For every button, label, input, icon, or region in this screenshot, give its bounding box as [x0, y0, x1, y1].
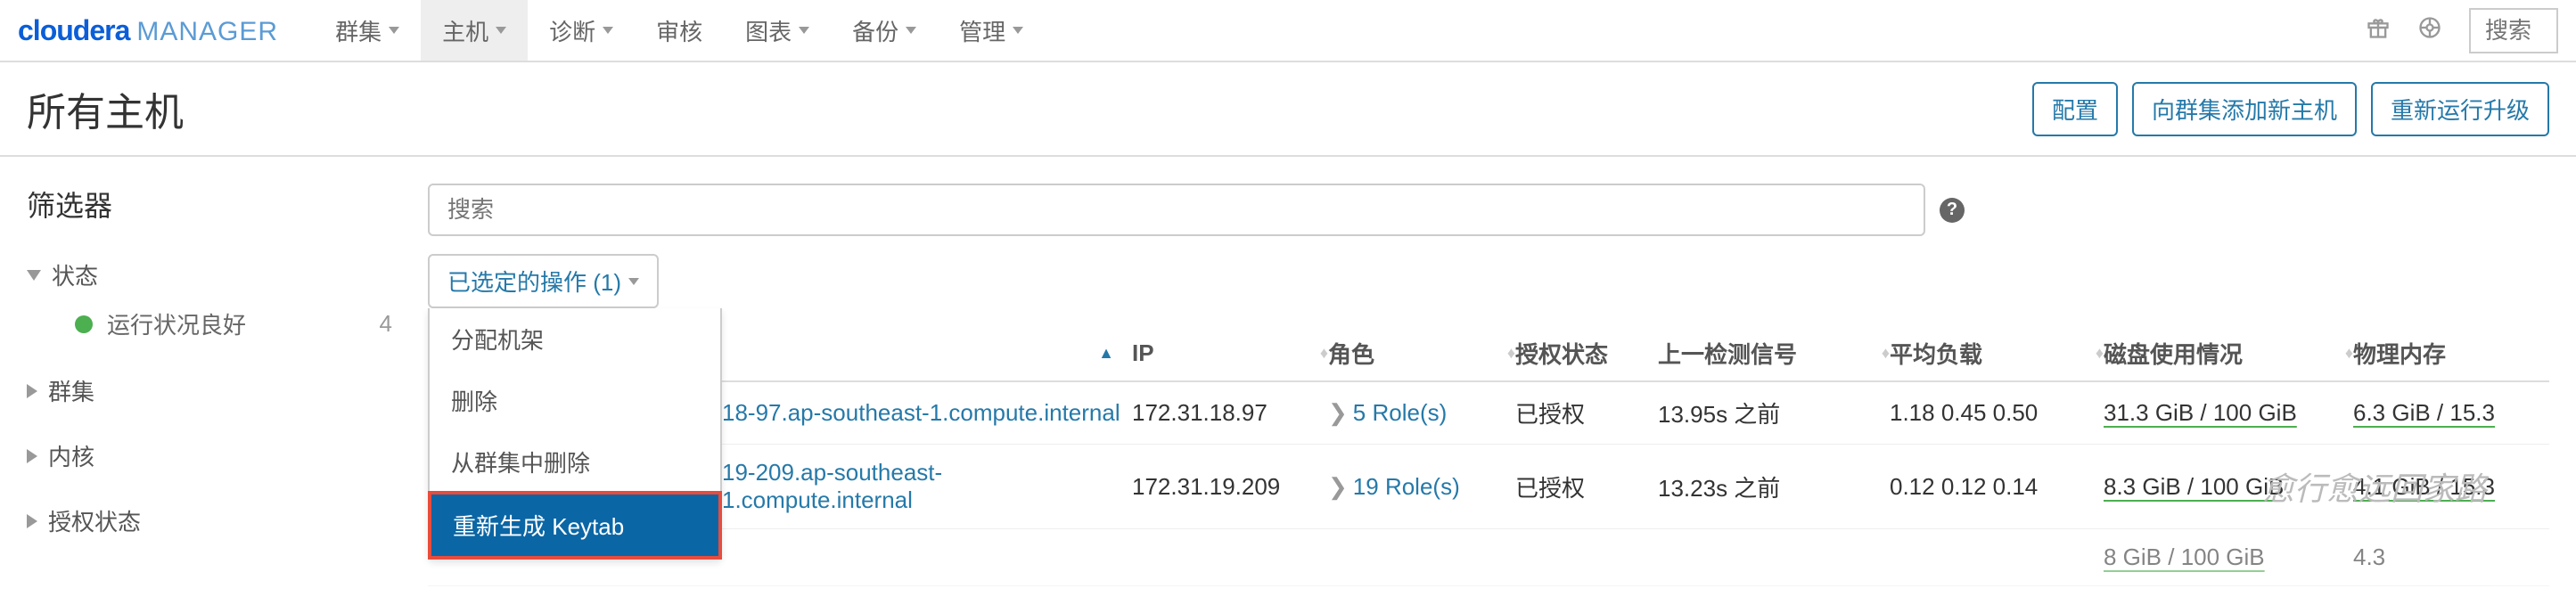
sidebar-title: 筛选器 — [27, 184, 392, 225]
chevron-right-icon: ❯ — [1328, 399, 1348, 426]
caret-icon — [496, 27, 506, 34]
filter-header-status[interactable]: 状态 — [27, 251, 392, 298]
chevron-right-icon — [27, 384, 37, 398]
top-navbar: cloudera MANAGER 群集 主机 诊断 审核 图表 备份 管理 — [0, 0, 2576, 62]
support-icon[interactable] — [2417, 15, 2442, 46]
hostname-link[interactable]: 18-97.ap-southeast-1.compute.internal — [722, 399, 1120, 426]
cell-auth: 已授权 — [1515, 396, 1658, 429]
cell-heartbeat: 13.95s 之前 — [1658, 396, 1890, 429]
chevron-down-icon — [27, 270, 41, 281]
nav-audit[interactable]: 审核 — [635, 0, 724, 61]
filter-group-cluster: 群集 — [27, 367, 392, 414]
nav-clusters[interactable]: 群集 — [314, 0, 421, 61]
cell-ip: 172.31.19.209 — [1132, 473, 1328, 501]
filter-group-auth: 授权状态 — [27, 497, 392, 544]
table-row: 8 GiB / 100 GiB 4.3 — [428, 529, 2549, 586]
col-header-heartbeat[interactable]: 上一检测信号♦ — [1658, 337, 1890, 370]
actions-menu: 分配机架 删除 从群集中删除 重新生成 Keytab — [428, 308, 722, 560]
add-hosts-button[interactable]: 向群集添加新主机 — [2132, 82, 2357, 136]
nav-diagnostics[interactable]: 诊断 — [528, 0, 635, 61]
selected-actions-button[interactable]: 已选定的操作 (1) — [428, 254, 659, 308]
caret-icon — [1013, 27, 1023, 34]
nav-right — [2366, 8, 2558, 53]
search-row: ? — [428, 184, 2549, 236]
menu-assign-rack[interactable]: 分配机架 — [430, 308, 720, 370]
nav-backup[interactable]: 备份 — [831, 0, 938, 61]
menu-delete[interactable]: 删除 — [430, 370, 720, 431]
col-header-roles[interactable]: 角色♦ — [1328, 337, 1515, 370]
filter-item-good-health[interactable]: 运行状况良好 4 — [27, 298, 392, 349]
chevron-right-icon: ❯ — [1328, 473, 1348, 500]
caret-icon — [628, 278, 639, 285]
table-header: ▲ IP♦ 角色♦ 授权状态 上一检测信号♦ 平均负载♦ 磁盘使用情况♦ 物理内… — [428, 326, 2549, 382]
hosts-search-input[interactable] — [428, 184, 1925, 236]
filter-header-cluster[interactable]: 群集 — [27, 367, 392, 414]
filter-sidebar: 筛选器 状态 运行状况良好 4 群集 内核 — [27, 184, 428, 586]
filter-header-auth[interactable]: 授权状态 — [27, 497, 392, 544]
nav-admin[interactable]: 管理 — [938, 0, 1045, 61]
caret-icon — [906, 27, 916, 34]
sort-icon: ♦ — [1320, 344, 1328, 363]
rerun-upgrade-button[interactable]: 重新运行升级 — [2371, 82, 2549, 136]
filter-group-kernel: 内核 — [27, 432, 392, 479]
roles-link[interactable]: 5 Role(s) — [1353, 399, 1447, 426]
caret-icon — [799, 27, 809, 34]
col-header-disk[interactable]: 磁盘使用情况♦ — [2104, 337, 2353, 370]
col-header-auth[interactable]: 授权状态 — [1515, 337, 1658, 370]
table-row: 19-209.ap-southeast-1.compute.internal 1… — [428, 445, 2549, 529]
configure-button[interactable]: 配置 — [2032, 82, 2118, 136]
col-header-mem[interactable]: 物理内存 — [2353, 337, 2549, 370]
filter-group-status: 状态 运行状况良好 4 — [27, 251, 392, 349]
cell-mem: 4.1 GiB / 15.3 — [2353, 473, 2549, 501]
logo-product: MANAGER — [136, 17, 278, 47]
cell-mem: 6.3 GiB / 15.3 — [2353, 399, 2549, 427]
cell-load: 1.18 0.45 0.50 — [1890, 399, 2104, 427]
help-icon[interactable]: ? — [1940, 198, 1965, 223]
content: 筛选器 状态 运行状况良好 4 群集 内核 — [0, 157, 2576, 613]
main-panel: ? 已选定的操作 (1) 分配机架 删除 从群集中删除 重新生成 Keytab … — [428, 184, 2549, 586]
cell-auth: 已授权 — [1515, 470, 1658, 503]
cell-disk: 31.3 GiB / 100 GiB — [2104, 399, 2353, 427]
cell-ip: 172.31.18.97 — [1132, 399, 1328, 427]
cell-disk: 8 GiB / 100 GiB — [2104, 544, 2353, 571]
col-header-load[interactable]: 平均负载♦ — [1890, 337, 2104, 370]
nav-hosts[interactable]: 主机 — [421, 0, 528, 61]
menu-remove-from-cluster[interactable]: 从群集中删除 — [430, 431, 720, 493]
logo-brand: cloudera — [18, 14, 129, 47]
chevron-right-icon — [27, 449, 37, 463]
cell-heartbeat: 13.23s 之前 — [1658, 470, 1890, 503]
cell-roles: ❯19 Role(s) — [1328, 473, 1515, 501]
status-good-icon — [75, 315, 93, 333]
hosts-table: ▲ IP♦ 角色♦ 授权状态 上一检测信号♦ 平均负载♦ 磁盘使用情况♦ 物理内… — [428, 326, 2549, 586]
cell-mem: 4.3 — [2353, 544, 2549, 571]
page-title: 所有主机 — [27, 80, 184, 137]
chevron-right-icon — [27, 514, 37, 528]
cell-disk: 8.3 GiB / 100 GiB — [2104, 473, 2353, 501]
page-header: 所有主机 配置 向群集添加新主机 重新运行升级 — [0, 62, 2576, 157]
col-header-ip[interactable]: IP♦ — [1132, 337, 1328, 370]
selected-actions-dropdown: 已选定的操作 (1) 分配机架 删除 从群集中删除 重新生成 Keytab — [428, 254, 659, 308]
caret-icon — [603, 27, 613, 34]
page-actions: 配置 向群集添加新主机 重新运行升级 — [2032, 82, 2549, 136]
nav-charts[interactable]: 图表 — [724, 0, 831, 61]
logo[interactable]: cloudera MANAGER — [18, 14, 278, 47]
menu-regenerate-keytab[interactable]: 重新生成 Keytab — [428, 491, 722, 560]
sort-icon: ♦ — [2096, 344, 2104, 363]
caret-icon — [389, 27, 399, 34]
nav-items: 群集 主机 诊断 审核 图表 备份 管理 — [314, 0, 1045, 61]
global-search-input[interactable] — [2469, 8, 2558, 53]
table-row: 18-97.ap-southeast-1.compute.internal 17… — [428, 382, 2549, 445]
sort-icon: ♦ — [1507, 344, 1515, 363]
filter-header-kernel[interactable]: 内核 — [27, 432, 392, 479]
cell-load: 0.12 0.12 0.14 — [1890, 473, 2104, 501]
roles-link[interactable]: 19 Role(s) — [1353, 473, 1460, 500]
sort-icon: ♦ — [1882, 344, 1890, 363]
cell-roles: ❯5 Role(s) — [1328, 399, 1515, 427]
filter-count: 4 — [380, 310, 392, 338]
sort-icon: ♦ — [2345, 344, 2353, 363]
gift-icon[interactable] — [2366, 15, 2391, 46]
sort-icon: ▲ — [1098, 344, 1114, 363]
hostname-link[interactable]: 19-209.ap-southeast-1.compute.internal — [722, 459, 942, 513]
